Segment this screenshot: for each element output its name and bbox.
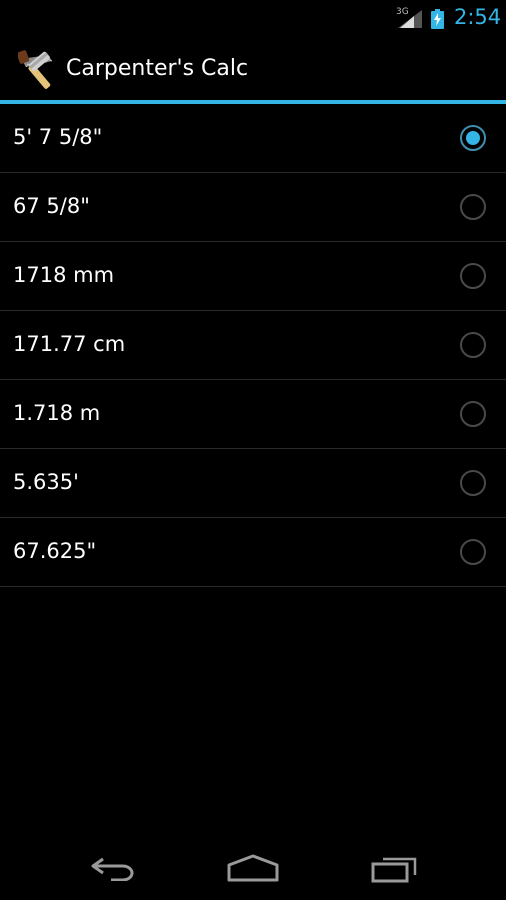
radio-button[interactable] [460, 470, 486, 496]
conversion-label: 171.77 cm [13, 332, 126, 356]
radio-button[interactable] [460, 194, 486, 220]
carpenter-tools-icon[interactable] [18, 47, 62, 91]
navigation-bar [0, 836, 506, 900]
radio-button[interactable] [460, 263, 486, 289]
conversion-label: 1.718 m [13, 401, 101, 425]
action-bar: Carpenter's Calc [0, 36, 506, 100]
conversion-row-m[interactable]: 1.718 m [0, 380, 506, 449]
radio-button[interactable] [460, 539, 486, 565]
conversion-label: 67.625" [13, 539, 97, 563]
conversion-row-mm[interactable]: 1718 mm [0, 242, 506, 311]
radio-button[interactable] [460, 332, 486, 358]
home-icon [227, 854, 279, 882]
status-clock: 2:54 [454, 5, 502, 29]
radio-checked-dot [466, 131, 480, 145]
conversion-row-decimal-feet[interactable]: 5.635' [0, 449, 506, 518]
signal-strength-icon [398, 10, 422, 28]
home-button[interactable] [213, 846, 293, 890]
conversion-row-decimal-inches[interactable]: 67.625" [0, 518, 506, 587]
conversion-label: 67 5/8" [13, 194, 90, 218]
status-bar: 3G 2:54 [0, 0, 506, 36]
back-icon [91, 857, 134, 881]
battery-charging-icon [431, 9, 444, 29]
conversion-label: 5.635' [13, 470, 79, 494]
conversion-row-feet-inches[interactable]: 5' 7 5/8" [0, 104, 506, 173]
back-button[interactable] [73, 846, 153, 890]
conversion-list: 5' 7 5/8" 67 5/8" 1718 mm 171.77 cm 1.71… [0, 104, 506, 587]
conversion-row-cm[interactable]: 171.77 cm [0, 311, 506, 380]
conversion-label: 5' 7 5/8" [13, 125, 103, 149]
recent-apps-icon [371, 857, 417, 883]
conversion-label: 1718 mm [13, 263, 115, 287]
recent-apps-button[interactable] [355, 846, 435, 890]
app-title: Carpenter's Calc [66, 56, 249, 81]
radio-button-selected[interactable] [460, 125, 486, 151]
conversion-row-inches-fraction[interactable]: 67 5/8" [0, 173, 506, 242]
radio-button[interactable] [460, 401, 486, 427]
